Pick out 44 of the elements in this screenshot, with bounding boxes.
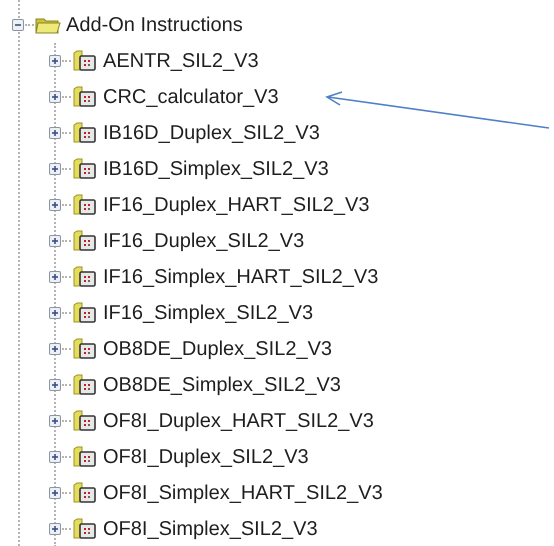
- instruction-icon: [72, 266, 98, 288]
- tree-item-label[interactable]: CRC_calculator_V3: [103, 86, 279, 108]
- tree-item-label[interactable]: IF16_Simplex_HART_SIL2_V3: [103, 266, 378, 288]
- expand-icon[interactable]: [49, 307, 61, 319]
- expand-icon[interactable]: [49, 523, 61, 535]
- tree-item-label[interactable]: OF8I_Duplex_SIL2_V3: [103, 446, 309, 468]
- collapse-icon[interactable]: [12, 19, 24, 31]
- instruction-icon: [72, 482, 98, 504]
- tree-item-label[interactable]: AENTR_SIL2_V3: [103, 50, 259, 72]
- instruction-icon: [72, 446, 98, 468]
- instruction-icon: [72, 338, 98, 360]
- instruction-icon: [72, 374, 98, 396]
- expand-icon[interactable]: [49, 451, 61, 463]
- instruction-icon: [72, 302, 98, 324]
- expand-icon[interactable]: [49, 127, 61, 139]
- tree-item-label[interactable]: IB16D_Simplex_SIL2_V3: [103, 158, 329, 180]
- expand-icon[interactable]: [49, 343, 61, 355]
- instruction-icon: [72, 122, 98, 144]
- instruction-icon: [72, 230, 98, 252]
- tree-item-label[interactable]: OF8I_Simplex_SIL2_V3: [103, 518, 318, 540]
- instruction-icon: [72, 194, 98, 216]
- tree-item-label[interactable]: OF8I_Duplex_HART_SIL2_V3: [103, 410, 374, 432]
- tree-item-label[interactable]: IF16_Simplex_SIL2_V3: [103, 302, 314, 324]
- tree-item-label[interactable]: IF16_Duplex_SIL2_V3: [103, 230, 304, 252]
- expand-icon[interactable]: [49, 163, 61, 175]
- instruction-icon: [72, 50, 98, 72]
- expand-icon[interactable]: [49, 415, 61, 427]
- tree-item-label[interactable]: IB16D_Duplex_SIL2_V3: [103, 122, 320, 144]
- instruction-icon: [72, 158, 98, 180]
- expand-icon[interactable]: [49, 487, 61, 499]
- expand-icon[interactable]: [49, 91, 61, 103]
- expand-icon[interactable]: [49, 271, 61, 283]
- expand-icon[interactable]: [49, 235, 61, 247]
- expand-icon[interactable]: [49, 199, 61, 211]
- instruction-icon: [72, 86, 98, 108]
- instruction-icon: [72, 518, 98, 540]
- tree-item-label[interactable]: Add-On Instructions: [66, 14, 243, 36]
- tree-item-label[interactable]: OB8DE_Duplex_SIL2_V3: [103, 338, 332, 360]
- instruction-icon: [72, 410, 98, 432]
- tree-item-label[interactable]: OF8I_Simplex_HART_SIL2_V3: [103, 482, 383, 504]
- tree-item-label[interactable]: OB8DE_Simplex_SIL2_V3: [103, 374, 341, 396]
- tree-item-label[interactable]: IF16_Duplex_HART_SIL2_V3: [103, 194, 370, 216]
- expand-icon[interactable]: [49, 55, 61, 67]
- expand-icon[interactable]: [49, 379, 61, 391]
